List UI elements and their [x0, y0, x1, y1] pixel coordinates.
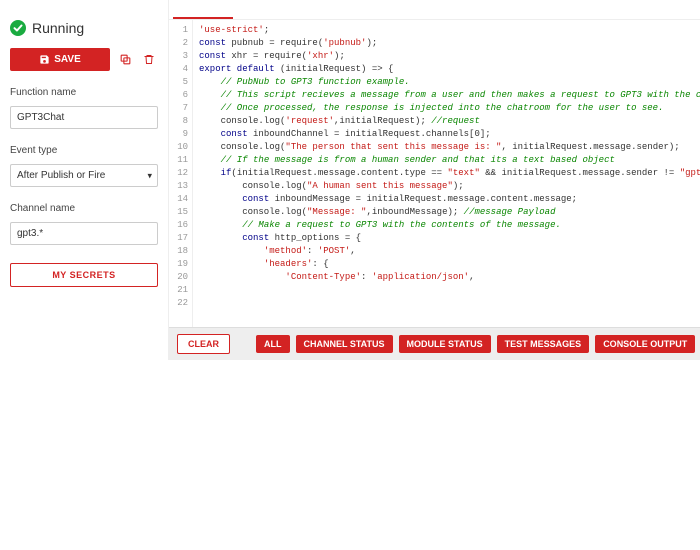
line-number: 7 [169, 102, 188, 115]
code-line[interactable]: console.log('request',initialRequest); /… [199, 115, 700, 128]
save-icon [39, 54, 50, 65]
clear-button[interactable]: CLEAR [177, 334, 230, 354]
code-content[interactable]: 'use-strict';const pubnub = require('pub… [193, 20, 700, 327]
line-number: 4 [169, 63, 188, 76]
code-line[interactable]: 'method': 'POST', [199, 245, 700, 258]
event-type-select-wrap: ▾ [10, 164, 158, 187]
code-line[interactable]: export default (initialRequest) => { [199, 63, 700, 76]
line-number: 22 [169, 297, 188, 310]
delete-button[interactable] [140, 51, 158, 69]
save-row: SAVE [10, 48, 158, 71]
blank-region [0, 360, 700, 550]
save-button-label: SAVE [54, 54, 81, 65]
status-row: Running [10, 20, 158, 36]
filter-all[interactable]: ALL [256, 335, 290, 353]
line-number: 20 [169, 271, 188, 284]
filter-console-output[interactable]: CONSOLE OUTPUT [595, 335, 695, 353]
code-line[interactable]: const pubnub = require('pubnub'); [199, 37, 700, 50]
channel-name-input[interactable] [10, 222, 158, 245]
tab-strip [169, 0, 700, 20]
code-line[interactable]: // Make a request to GPT3 with the conte… [199, 219, 700, 232]
filter-channel-status[interactable]: CHANNEL STATUS [296, 335, 393, 353]
code-line[interactable]: const xhr = require('xhr'); [199, 50, 700, 63]
status-label: Running [32, 20, 84, 36]
code-line[interactable]: // PubNub to GPT3 function example. [199, 76, 700, 89]
line-number: 3 [169, 50, 188, 63]
line-number: 17 [169, 232, 188, 245]
code-line[interactable]: console.log("A human sent this message")… [199, 180, 700, 193]
check-circle-icon [10, 20, 26, 36]
line-number: 9 [169, 128, 188, 141]
code-line[interactable]: // If the message is from a human sender… [199, 154, 700, 167]
function-name-label: Function name [10, 87, 158, 98]
line-number: 2 [169, 37, 188, 50]
code-line[interactable]: const inboundMessage = initialRequest.me… [199, 193, 700, 206]
line-number: 6 [169, 89, 188, 102]
event-type-select[interactable] [10, 164, 158, 187]
filter-pills: ALL CHANNEL STATUS MODULE STATUS TEST MESSA… [256, 335, 695, 353]
line-number: 18 [169, 245, 188, 258]
code-line[interactable]: const http_options = { [199, 232, 700, 245]
function-name-input[interactable] [10, 106, 158, 129]
line-number: 21 [169, 284, 188, 297]
code-line[interactable]: 'headers': { [199, 258, 700, 271]
console-toolbar: CLEAR ALL CHANNEL STATUS MODULE STATUS TEST… [169, 327, 700, 360]
filter-module-status[interactable]: MODULE STATUS [399, 335, 491, 353]
copy-button[interactable] [116, 51, 134, 69]
line-number: 10 [169, 141, 188, 154]
line-number: 19 [169, 258, 188, 271]
copy-icon [119, 53, 132, 66]
line-number: 1 [169, 24, 188, 37]
my-secrets-button[interactable]: MY SECRETS [10, 263, 158, 287]
save-button[interactable]: SAVE [10, 48, 110, 71]
code-line[interactable]: const inboundChannel = initialRequest.ch… [199, 128, 700, 141]
active-tab-indicator [173, 17, 233, 19]
sidebar: Running SAVE Function name Event [0, 0, 168, 360]
code-line[interactable]: // This script recieves a message from a… [199, 89, 700, 102]
line-number: 5 [169, 76, 188, 89]
line-gutter: 12345678910111213141516171819202122 [169, 20, 193, 327]
main-panel: 12345678910111213141516171819202122 'use… [168, 0, 700, 360]
line-number: 13 [169, 180, 188, 193]
line-number: 8 [169, 115, 188, 128]
filter-test-messages[interactable]: TEST MESSAGES [497, 335, 590, 353]
line-number: 14 [169, 193, 188, 206]
line-number: 16 [169, 219, 188, 232]
event-type-label: Event type [10, 145, 158, 156]
code-line[interactable]: 'use-strict'; [199, 24, 700, 37]
app-shell: Running SAVE Function name Event [0, 0, 700, 360]
code-line[interactable]: // Once processed, the response is injec… [199, 102, 700, 115]
code-line[interactable]: console.log("Message: ",inboundMessage);… [199, 206, 700, 219]
line-number: 12 [169, 167, 188, 180]
line-number: 11 [169, 154, 188, 167]
code-line[interactable]: 'Content-Type': 'application/json', [199, 271, 700, 284]
line-number: 15 [169, 206, 188, 219]
code-line[interactable]: console.log("The person that sent this m… [199, 141, 700, 154]
trash-icon [143, 53, 155, 66]
code-editor[interactable]: 12345678910111213141516171819202122 'use… [169, 20, 700, 327]
channel-name-label: Channel name [10, 203, 158, 214]
code-line[interactable]: if(initialRequest.message.content.type =… [199, 167, 700, 180]
